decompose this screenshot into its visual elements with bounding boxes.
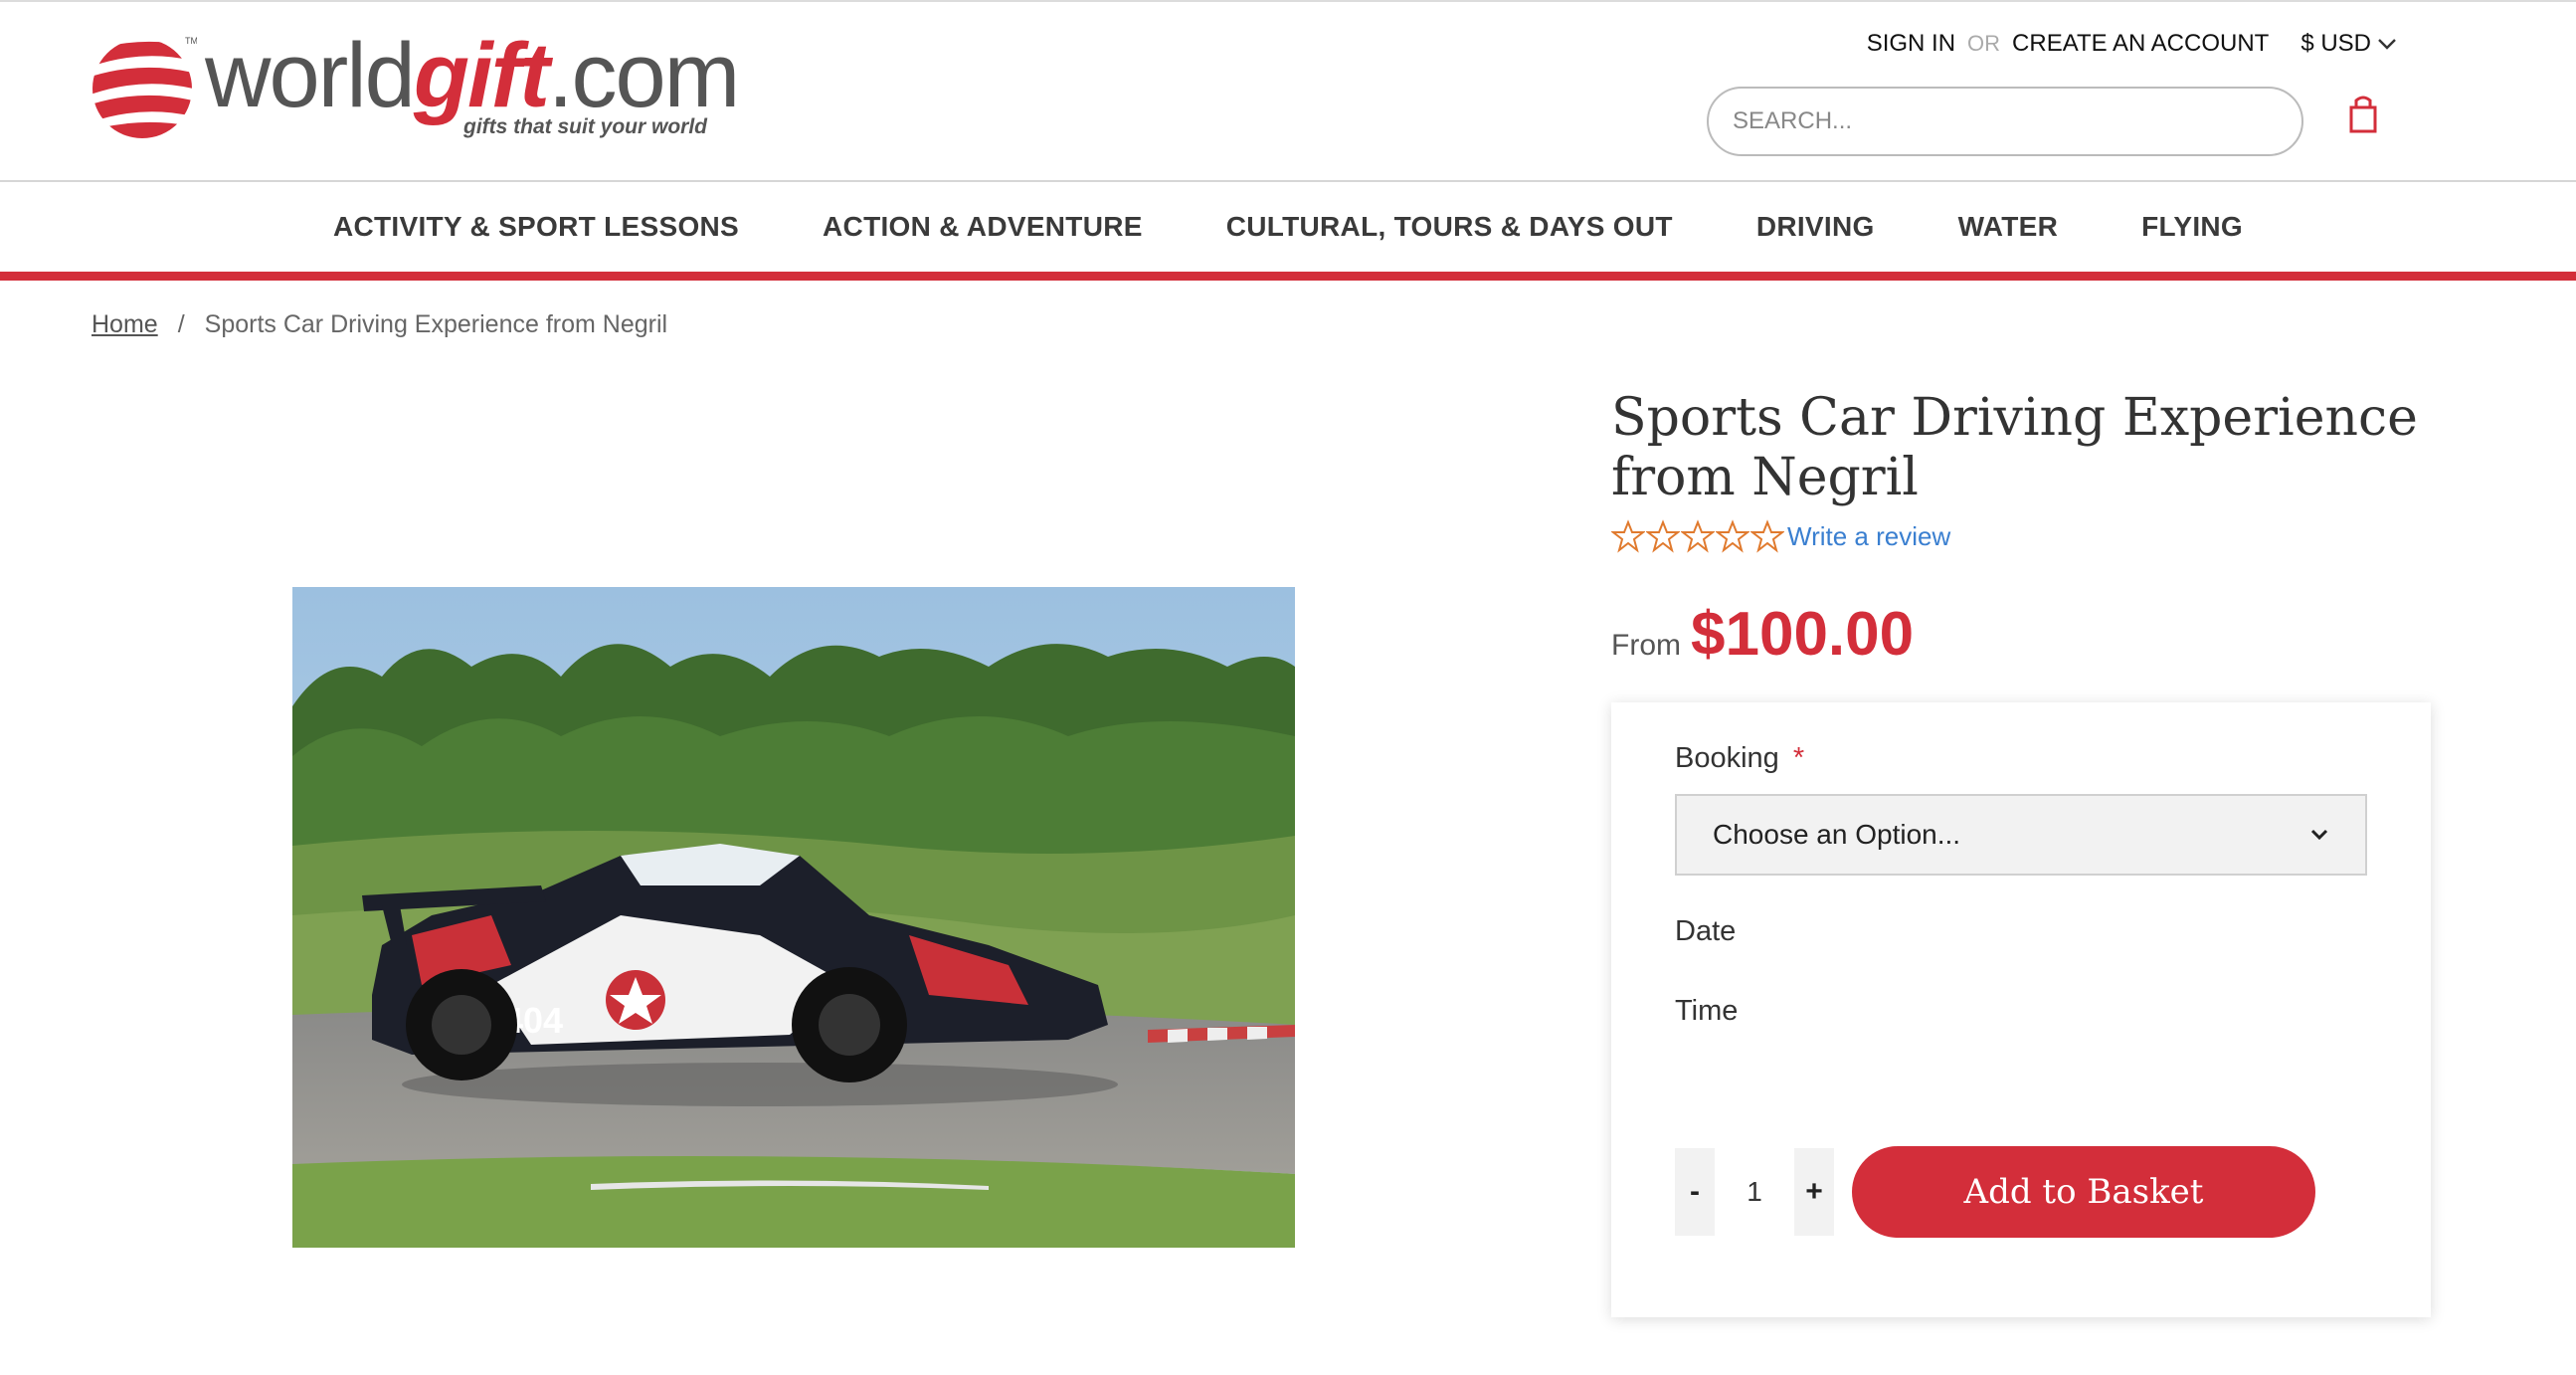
breadcrumb-separator: / (177, 310, 185, 338)
chevron-down-icon (2310, 829, 2328, 841)
booking-select[interactable]: Choose an Option... (1675, 794, 2367, 876)
rating: Write a review (1611, 519, 1950, 553)
search-input[interactable] (1707, 87, 2303, 156)
price-row: From $100.00 (1611, 599, 1914, 670)
globe-logo-icon: TM (92, 36, 197, 138)
breadcrumb-current: Sports Car Driving Experience from Negri… (204, 310, 668, 338)
main-nav: ACTIVITY & SPORT LESSONS ACTION & ADVENT… (0, 182, 2576, 272)
add-to-basket-button[interactable]: Add to Basket (1852, 1146, 2315, 1238)
create-account-link[interactable]: CREATE AN ACCOUNT (2012, 30, 2269, 58)
nav-item-cultural-tours[interactable]: CULTURAL, TOURS & DAYS OUT (1226, 211, 1673, 243)
race-car-photo: 404 (292, 587, 1295, 1248)
time-label: Time (1675, 995, 1739, 1027)
booking-label: Booking * (1675, 742, 1804, 775)
nav-item-water[interactable]: WATER (1958, 211, 2059, 243)
nav-accent-bar (0, 272, 2576, 281)
star-empty-icon[interactable] (1716, 519, 1749, 553)
top-border (0, 0, 2576, 2)
shopping-bag-icon[interactable] (2345, 94, 2381, 133)
nav-item-flying[interactable]: FLYING (2141, 211, 2243, 243)
required-marker: * (1792, 742, 1805, 774)
logo-wordmark: worldgift.com (205, 25, 740, 126)
logo-tagline: gifts that suit your world (463, 115, 707, 138)
svg-text:TM: TM (185, 36, 197, 46)
star-empty-icon[interactable] (1681, 519, 1715, 553)
nav-item-driving[interactable]: DRIVING (1756, 211, 1875, 243)
booking-selected-value: Choose an Option... (1713, 819, 1961, 850)
nav-item-activity-sport-lessons[interactable]: ACTIVITY & SPORT LESSONS (333, 211, 739, 243)
or-separator: OR (1967, 31, 2001, 56)
star-empty-icon[interactable] (1646, 519, 1680, 553)
write-review-link[interactable]: Write a review (1787, 521, 1950, 552)
price-prefix: From (1611, 629, 1681, 662)
product-image[interactable]: 404 (292, 587, 1295, 1248)
currency-label: $ USD (2300, 30, 2371, 57)
product-options-card: Booking * Choose an Option... Date Time -… (1611, 702, 2431, 1317)
star-empty-icon[interactable] (1611, 519, 1645, 553)
nav-item-action-adventure[interactable]: ACTION & ADVENTURE (823, 211, 1143, 243)
price: $100.00 (1691, 600, 1915, 669)
currency-selector[interactable]: $ USD (2300, 30, 2397, 58)
date-label: Date (1675, 915, 1737, 947)
account-links: SIGN IN OR CREATE AN ACCOUNT $ USD (1867, 30, 2397, 58)
site-logo[interactable]: TM worldgift.com gifts that suit your wo… (88, 25, 740, 149)
chevron-down-icon (2378, 39, 2396, 50)
booking-label-text: Booking (1675, 742, 1779, 774)
quantity-decrease-button[interactable]: - (1675, 1148, 1715, 1236)
quantity-input[interactable]: 1 (1715, 1148, 1794, 1236)
sign-in-link[interactable]: SIGN IN (1867, 30, 1955, 58)
breadcrumb: Home / Sports Car Driving Experience fro… (92, 310, 667, 339)
product-title: Sports Car Driving Experience from Negri… (1611, 388, 2418, 507)
breadcrumb-home-link[interactable]: Home (92, 310, 158, 339)
star-empty-icon[interactable] (1750, 519, 1784, 553)
quantity-increase-button[interactable]: + (1794, 1148, 1834, 1236)
